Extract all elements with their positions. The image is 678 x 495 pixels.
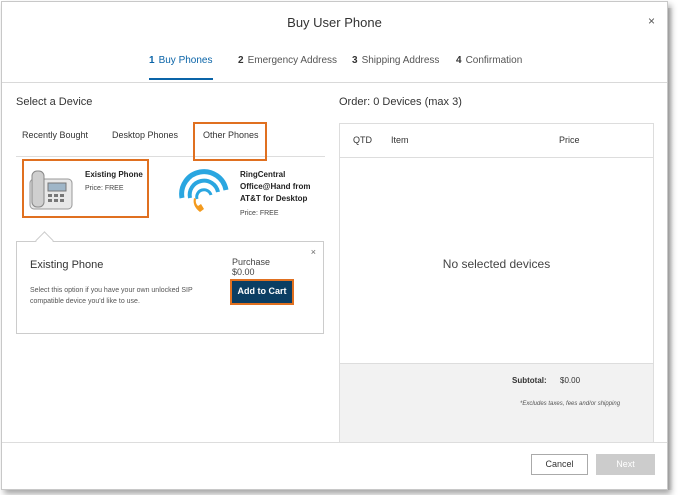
empty-cart-message: No selected devices bbox=[442, 257, 551, 271]
device-card-ringcentral-desktop[interactable]: RingCentral Office@Hand from AT&T for De… bbox=[172, 162, 322, 222]
column-item: Item bbox=[391, 135, 409, 145]
tax-note: *Excludes taxes, fees and/or shipping bbox=[520, 401, 621, 407]
step-buy-phones[interactable]: 1 Buy Phones bbox=[149, 54, 213, 80]
device-name: RingCentral Office@Hand from AT&T for De… bbox=[240, 170, 311, 203]
device-tabs: Recently Bought Desktop Phones Other Pho… bbox=[16, 120, 325, 157]
select-device-heading: Select a Device bbox=[16, 96, 93, 108]
step-shipping-address[interactable]: 3 Shipping Address bbox=[352, 54, 439, 80]
existing-phone-highlight bbox=[22, 159, 149, 218]
dialog-footer: Cancel Next bbox=[2, 442, 667, 490]
dialog-title: Buy User Phone bbox=[287, 15, 382, 30]
order-panel: QTD Item Price No selected devices Subto… bbox=[339, 123, 654, 442]
device-price: Price: FREE bbox=[240, 210, 279, 217]
popover-description: Select this option if you have your own … bbox=[30, 287, 193, 305]
wizard-steps: 1 Buy Phones 2 Emergency Address 3 Shipping… bbox=[2, 54, 667, 80]
other-phones-highlight bbox=[193, 122, 267, 161]
step-confirmation[interactable]: 4 Confirmation bbox=[456, 54, 522, 80]
subtotal-value: $0.00 bbox=[560, 376, 581, 385]
popover-title: Existing Phone bbox=[30, 259, 104, 271]
cancel-button[interactable]: Cancel bbox=[531, 454, 588, 475]
softphone-app-icon bbox=[179, 169, 229, 212]
next-button[interactable]: Next bbox=[596, 454, 655, 475]
buy-user-phone-dialog: Buy User Phone × 1 Buy Phones 2 Emergency … bbox=[1, 1, 668, 490]
tab-recently-bought[interactable]: Recently Bought bbox=[22, 130, 88, 140]
order-heading: Order: 0 Devices (max 3) bbox=[339, 96, 462, 108]
order-table-header: QTD Item Price bbox=[340, 124, 653, 158]
column-price: Price bbox=[559, 135, 580, 145]
order-summary: Subtotal: $0.00 *Excludes taxes, fees an… bbox=[340, 363, 653, 442]
close-icon[interactable]: × bbox=[648, 14, 655, 28]
popover-close-icon[interactable]: × bbox=[311, 247, 316, 257]
purchase-info: Purchase $0.00 bbox=[232, 257, 271, 277]
step-emergency-address[interactable]: 2 Emergency Address bbox=[238, 54, 337, 80]
dialog-header: Buy User Phone × 1 Buy Phones 2 Emergency … bbox=[2, 2, 667, 83]
add-to-cart-button[interactable]: Add to Cart bbox=[230, 279, 294, 305]
column-qtd: QTD bbox=[353, 135, 372, 145]
subtotal-label: Subtotal: bbox=[512, 376, 547, 385]
tab-desktop-phones[interactable]: Desktop Phones bbox=[112, 130, 178, 140]
